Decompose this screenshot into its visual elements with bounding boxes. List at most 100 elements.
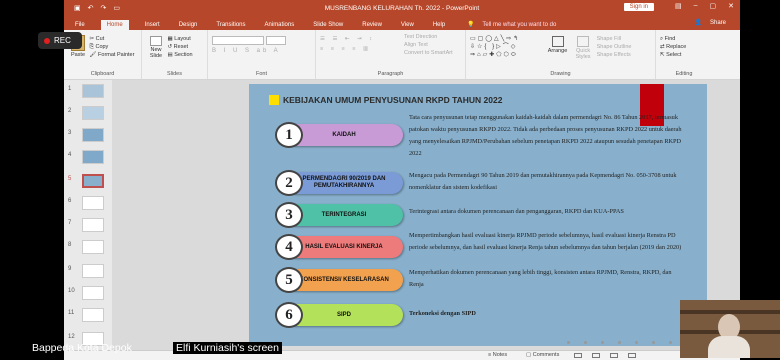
section-button[interactable]: ▤ Section (168, 51, 193, 59)
font-size-field[interactable] (265, 36, 286, 45)
editing-group: ⌕ Find ⇄ Replace ⇱ Select Editing (656, 30, 712, 79)
slide-thumbnail[interactable] (82, 106, 104, 120)
tab-home[interactable]: Home (100, 20, 129, 30)
font-name-field[interactable] (212, 36, 264, 45)
powerpoint-window: ▣ ↶ ↷ ▭ MUSRENBANG KELURAHAN Th. 2022 - … (64, 0, 740, 360)
item-number: 2 (275, 170, 303, 196)
find-button[interactable]: ⌕ Find (660, 35, 708, 43)
slide-thumbnail[interactable] (82, 84, 104, 98)
slide-thumbnail[interactable] (82, 128, 104, 142)
copy-label: Copy (95, 44, 109, 50)
record-dot-icon (44, 37, 50, 44)
slide-thumbnail[interactable] (82, 196, 104, 210)
thumbnail-number: 8 (68, 242, 72, 248)
slide-thumbnail[interactable] (82, 240, 104, 254)
tab-design[interactable]: Design (176, 20, 201, 30)
quick-styles-button[interactable]: Quick Styles (571, 33, 595, 60)
layout-label: Layout (174, 36, 191, 42)
shape-fill-button[interactable]: Shape Fill (597, 35, 632, 43)
signin-button[interactable]: Sign in (623, 3, 654, 11)
slide-editing-area: KEBIJAKAN UMUM PENYUSUNAN RKPD TAHUN 202… (112, 80, 740, 350)
item-number: 1 (275, 122, 303, 148)
new-slide-icon (150, 36, 162, 46)
slide-thumbnail[interactable] (82, 308, 104, 322)
font-group: B I U S ab A Font (208, 30, 316, 79)
item-description: Terintegrasi antara dokumen perencanaan … (409, 208, 624, 215)
shape-outline-button[interactable]: Shape Outline (597, 43, 632, 51)
arrange-label: Arrange (547, 48, 568, 54)
new-slide-button[interactable]: New Slide (146, 33, 166, 59)
find-label: Find (664, 36, 676, 42)
reset-button[interactable]: ↺ Reset (168, 43, 193, 51)
tab-file[interactable]: File (72, 20, 88, 30)
minimize-icon[interactable]: – (694, 2, 698, 10)
convert-smartart-button[interactable]: Convert to SmartArt (404, 49, 453, 57)
thumbnail-number: 6 (68, 198, 72, 204)
replace-button[interactable]: ⇄ Replace (660, 43, 708, 51)
paste-label: Paste (70, 52, 86, 58)
clipboard-group-label: Clipboard (90, 71, 115, 77)
item-number: 6 (275, 302, 303, 328)
item-description: Memperhatikan dokumen perencanaan yang l… (409, 269, 672, 288)
font-format-buttons[interactable]: B I U S ab A (212, 48, 311, 54)
section-label: Section (174, 52, 193, 58)
slide-thumbnail-selected[interactable] (82, 174, 104, 188)
meeting-name: Bappeda Kota Depok (32, 342, 132, 354)
slide-thumbnail[interactable] (82, 286, 104, 300)
brush-icon: 🖌 (89, 52, 99, 58)
arrange-icon (551, 36, 564, 47)
tab-help[interactable]: Help (430, 20, 448, 30)
share-button[interactable]: 👤 Share (689, 17, 732, 28)
tell-me-box[interactable]: 💡 Tell me what you want to do (461, 19, 562, 30)
format-painter-button[interactable]: 🖌 Format Painter (90, 51, 135, 59)
text-direction-button[interactable]: Text Direction (404, 33, 453, 41)
thumbnail-number: 2 (68, 108, 72, 114)
slide-thumbnail[interactable] (82, 218, 104, 232)
tab-transitions[interactable]: Transitions (213, 20, 248, 30)
cut-button[interactable]: ✂ Cut (90, 35, 135, 43)
slides-group: New Slide ▦ Layout ↺ Reset ▤ Section Sli… (142, 30, 208, 79)
align-text-button[interactable]: Align Text (404, 41, 453, 49)
arrange-button[interactable]: Arrange (546, 33, 570, 54)
close-icon[interactable]: ✕ (728, 2, 734, 10)
slides-group-label: Slides (167, 71, 182, 77)
shapes-gallery[interactable]: ▭▢◯△╲⇨↰ ⇩☆{ }▷⌒◇ ⇒⌂▱✚⬠⬡⬭ (470, 35, 544, 59)
copy-button[interactable]: ⎘ Copy (90, 43, 135, 51)
ribbon-tabs: File Home Insert Design Transitions Anim… (64, 16, 740, 30)
slide-thumbnail-pane: 1 2 3 4 5 6 7 8 9 10 11 12 (64, 80, 112, 350)
format-painter-label: Format Painter (98, 52, 135, 58)
thumbnail-number: 7 (68, 220, 72, 226)
tab-animations[interactable]: Animations (262, 20, 298, 30)
tell-me-text: Tell me what you want to do (482, 22, 557, 28)
item-description: Mengacu pada Permendagri 90 Tahun 2019 d… (409, 172, 677, 191)
slide-thumbnail[interactable] (82, 264, 104, 278)
tab-view[interactable]: View (398, 20, 417, 30)
slide-thumbnail[interactable] (82, 150, 104, 164)
drawing-group-label: Drawing (550, 71, 571, 77)
shape-effects-button[interactable]: Shape Effects (597, 51, 632, 59)
paragraph-group: ☰ ☰ ⇤ ⇥ ↕ Text Direction Align Text Conv… (316, 30, 466, 79)
select-label: Select (666, 52, 682, 58)
layout-button[interactable]: ▦ Layout (168, 35, 193, 43)
ribbon: Paste ✂ Cut ⎘ Copy 🖌 Format Painter Clip… (64, 30, 740, 80)
item-description: Mempertimbangkan hasil evaluasi kinerja … (409, 232, 682, 251)
maximize-icon[interactable]: ▢ (710, 2, 717, 10)
drawing-group: ▭▢◯△╲⇨↰ ⇩☆{ }▷⌒◇ ⇒⌂▱✚⬠⬡⬭ Arrange Quick Sty… (466, 30, 656, 79)
screen-owner-label: Elfi Kurniasih's screen (173, 342, 282, 354)
select-button[interactable]: ⇱ Select (660, 51, 708, 59)
thumbnail-number: 5 (68, 176, 72, 182)
ribbon-display-icon[interactable]: ▤ (675, 2, 682, 10)
tab-review[interactable]: Review (359, 20, 385, 30)
yellow-square-icon (269, 95, 279, 105)
recording-label: REC (54, 36, 71, 45)
thumbnail-number: 10 (68, 288, 75, 294)
thumbnail-number: 4 (68, 152, 72, 158)
tab-slide-show[interactable]: Slide Show (310, 20, 346, 30)
black-margin (0, 0, 64, 360)
item-number: 5 (275, 267, 303, 293)
quick-styles-icon (577, 36, 590, 47)
slide-canvas[interactable]: KEBIJAKAN UMUM PENYUSUNAN RKPD TAHUN 202… (249, 84, 707, 346)
thumbnail-number: 3 (68, 130, 72, 136)
tab-insert[interactable]: Insert (142, 20, 163, 30)
slide-title[interactable]: KEBIJAKAN UMUM PENYUSUNAN RKPD TAHUN 202… (269, 95, 502, 105)
